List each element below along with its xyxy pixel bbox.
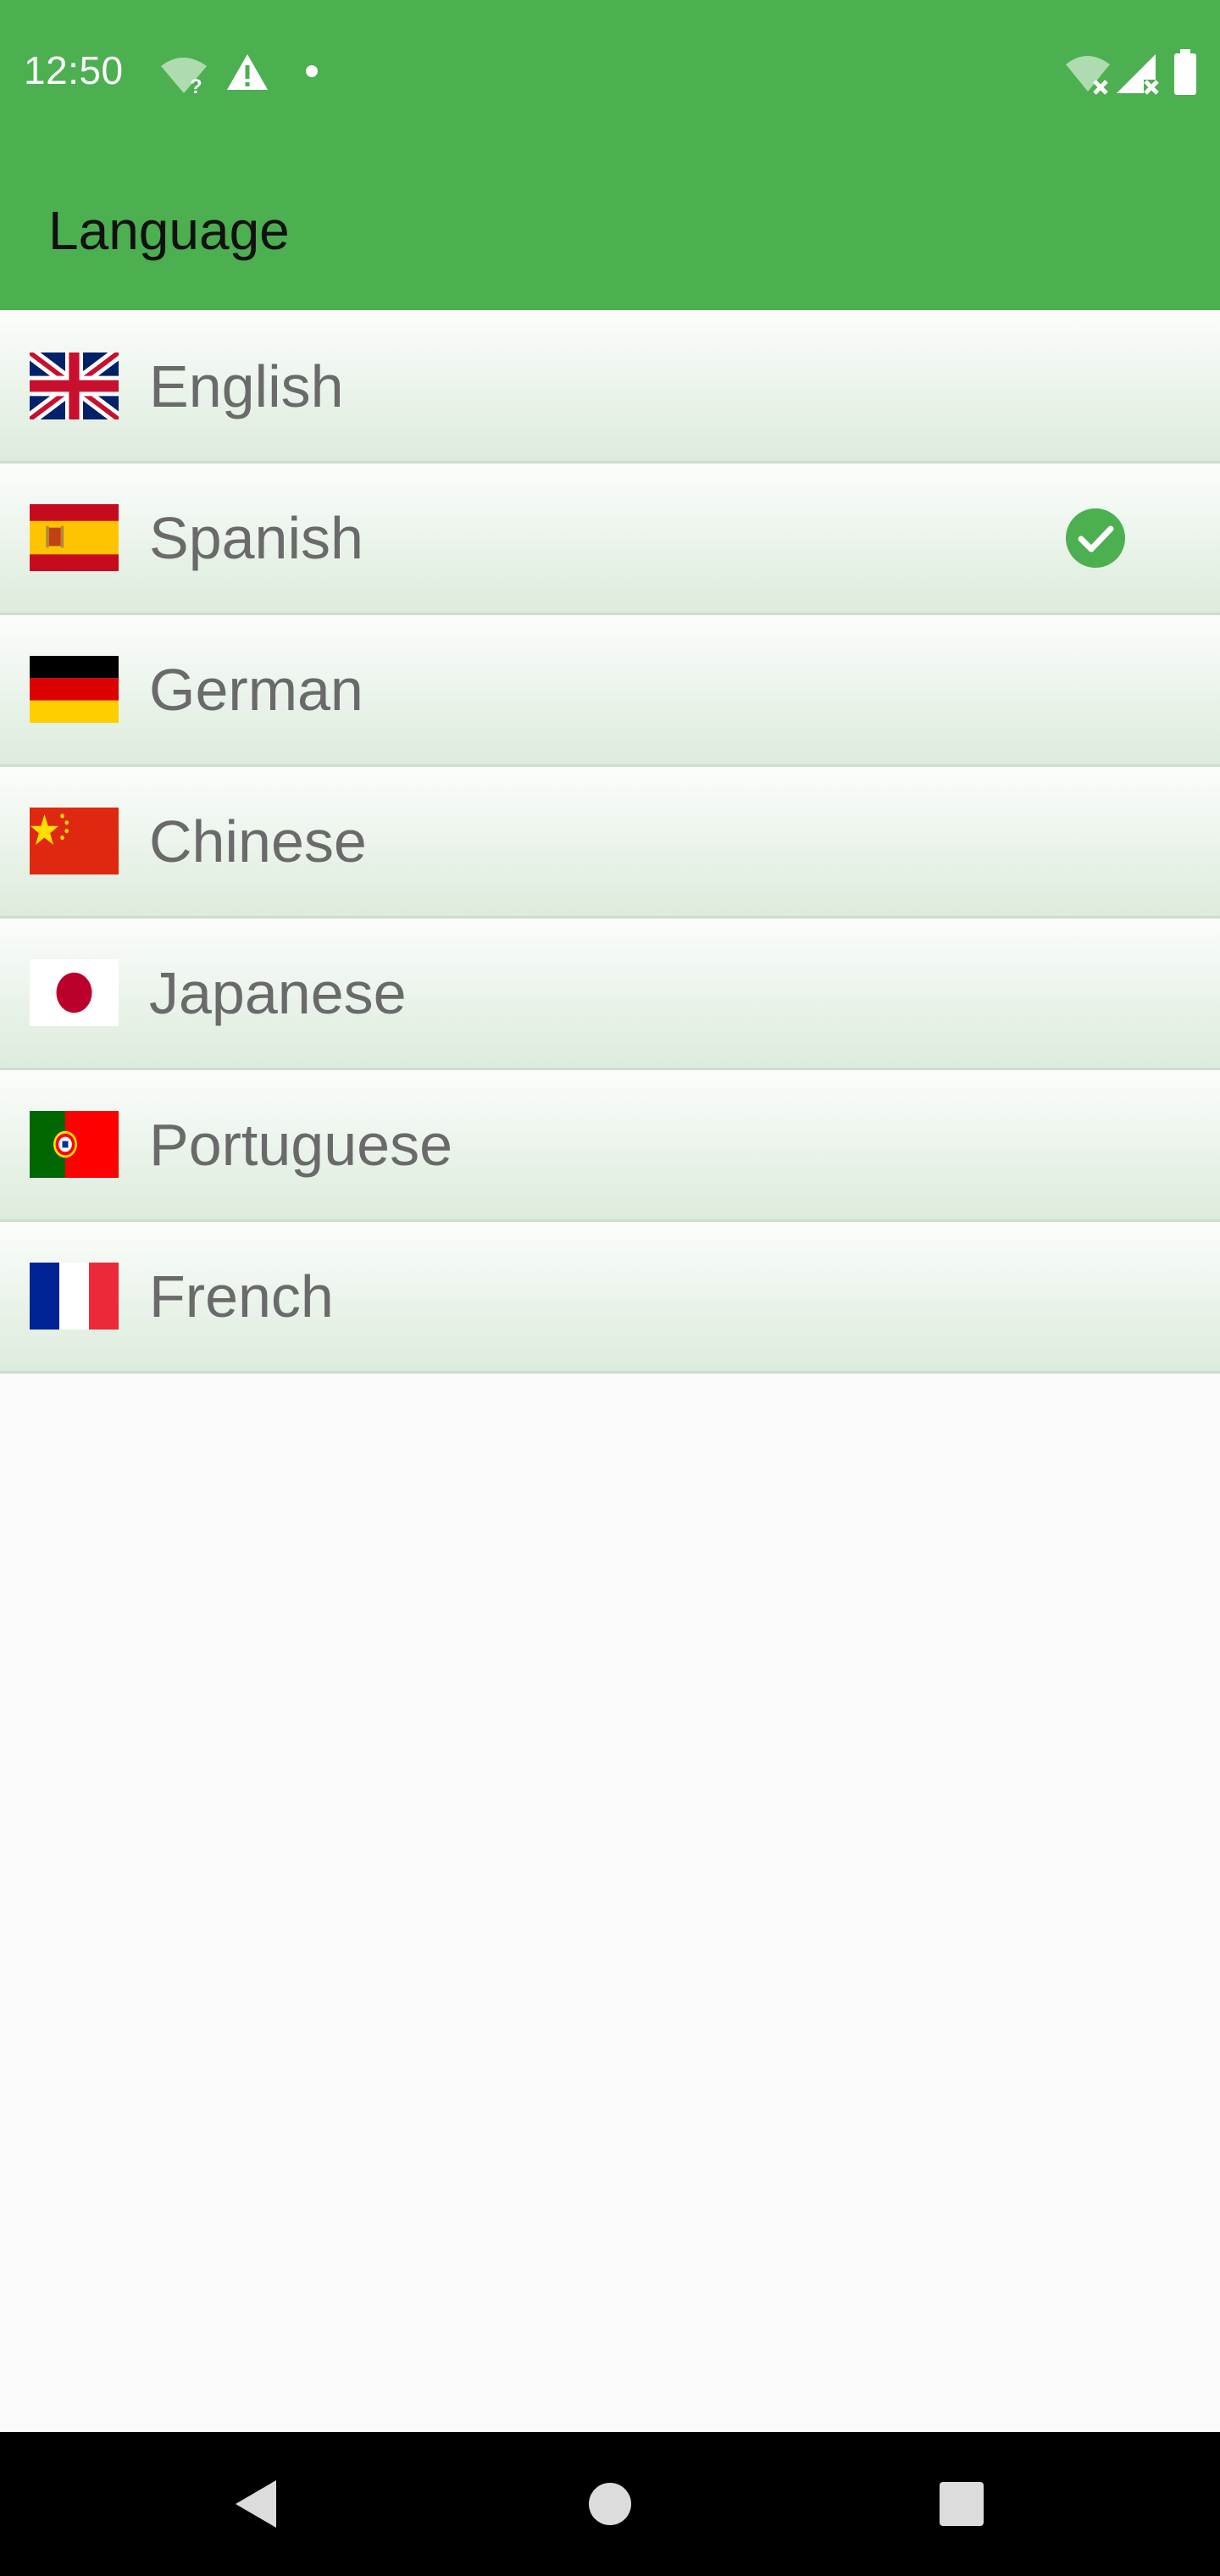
language-label: German [149,657,363,723]
language-item-french[interactable]: French [0,1222,1220,1374]
check-circle-icon [1066,508,1125,568]
language-item-spanish[interactable]: Spanish [0,464,1220,615]
warning-icon [227,54,268,90]
recents-button[interactable] [890,2432,1034,2576]
language-label: Spanish [149,505,363,571]
china-flag-icon [30,808,119,874]
wifi-question-icon: ? [161,58,207,95]
status-time: 12:50 [24,48,124,92]
language-label: Chinese [149,808,367,874]
back-button[interactable] [183,2432,327,2576]
language-item-chinese[interactable]: Chinese [0,767,1220,919]
svg-text:?: ? [190,75,202,95]
spain-flag-icon [30,504,119,571]
battery-icon [1174,49,1196,95]
language-label: French [149,1263,334,1330]
wifi-off-icon [1066,56,1110,95]
language-list: English Spanish German Chinese Japanese … [0,312,1220,1374]
uk-flag-icon [30,353,119,419]
language-item-english[interactable]: English [0,312,1220,464]
navigation-bar [0,2432,1220,2576]
language-item-japanese[interactable]: Japanese [0,919,1220,1070]
language-item-german[interactable]: German [0,615,1220,767]
app-header: 12:50 ? Language [0,0,1220,310]
japan-flag-icon [30,959,119,1026]
language-screen: 12:50 ? Language English Spanish German … [0,0,1220,2576]
signal-off-icon [1117,54,1159,95]
language-label: Portuguese [149,1112,453,1178]
notification-dot-icon [306,65,318,77]
language-label: English [149,353,344,419]
recents-icon [940,2482,984,2526]
home-button[interactable] [538,2432,682,2576]
page-title: Language [48,200,290,261]
germany-flag-icon [30,656,119,723]
language-item-portuguese[interactable]: Portuguese [0,1070,1220,1222]
language-label: Japanese [149,960,407,1026]
home-icon [589,2483,631,2525]
status-bar: 12:50 ? [0,0,1220,144]
portugal-flag-icon [30,1111,119,1178]
back-icon [236,2480,276,2528]
france-flag-icon [30,1263,119,1330]
